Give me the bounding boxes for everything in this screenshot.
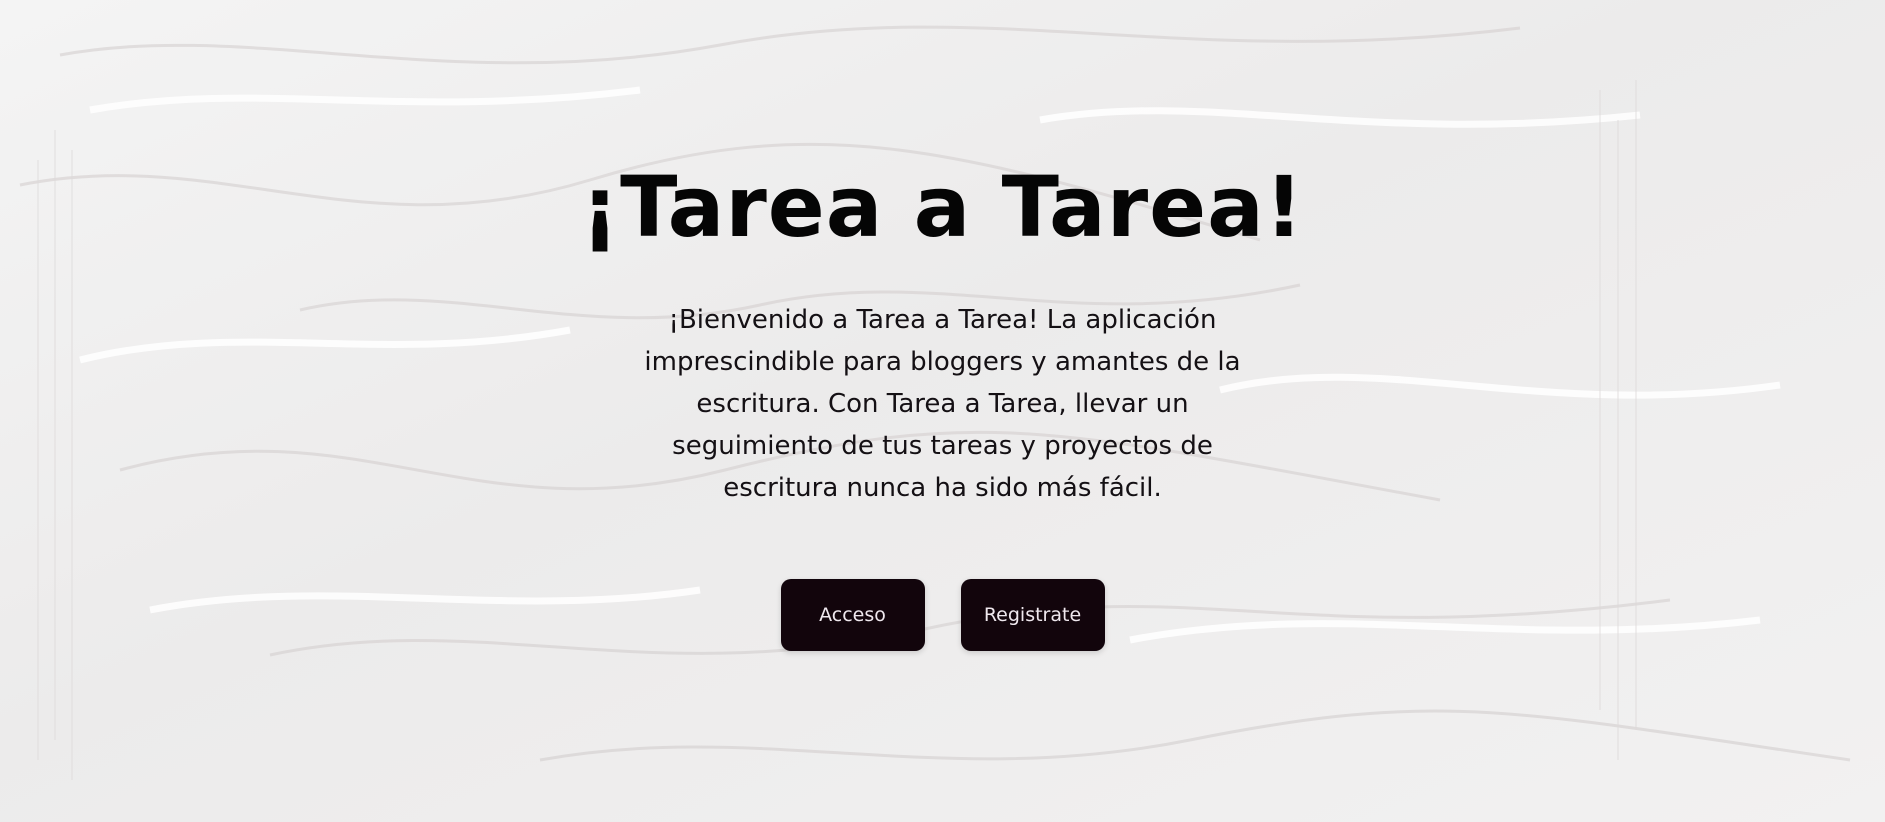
register-button[interactable]: Registrate xyxy=(960,579,1105,651)
welcome-description: ¡Bienvenido a Tarea a Tarea! La aplicaci… xyxy=(644,305,1241,503)
page-title: ¡Tarea a Tarea! xyxy=(580,158,1305,256)
login-button[interactable]: Acceso xyxy=(780,579,925,651)
landing-hero: ¡Tarea a Tarea! ¡Bienvenido a Tarea a Ta… xyxy=(0,0,1885,822)
auth-actions: Acceso Registrate xyxy=(0,579,1885,651)
